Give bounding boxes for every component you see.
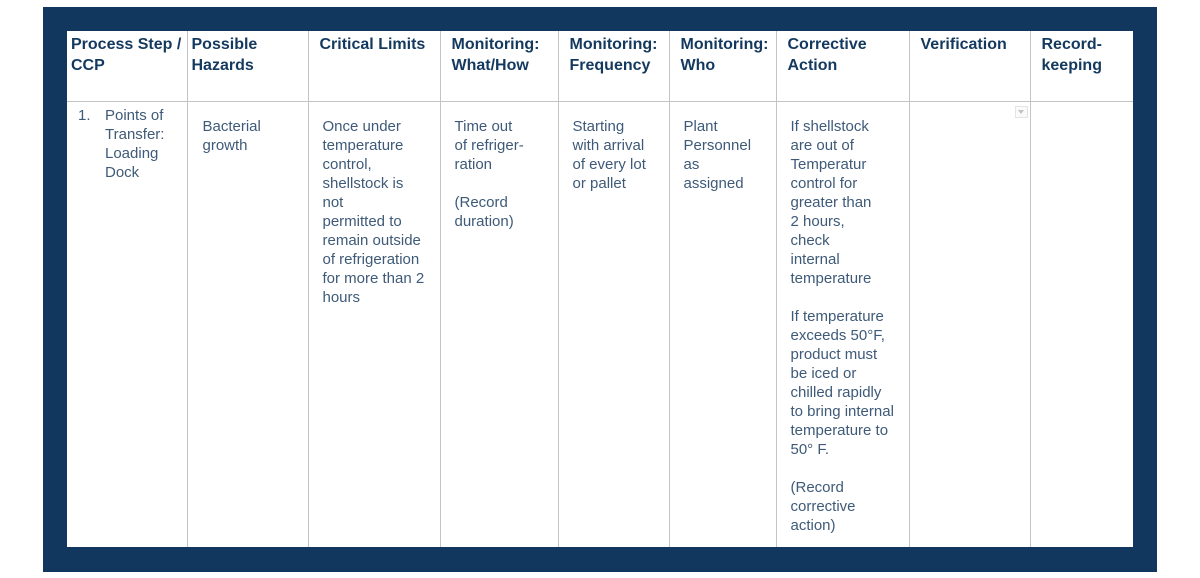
monitoring-frequency-text: Starting with arrival of every lot or pa… (572, 117, 646, 192)
process-step-text: Points of Transfer: Loading Dock (105, 106, 165, 181)
cell-possible-hazards[interactable]: Bacterial growth (186, 100, 309, 547)
corrective-action-text: If shellstock are out of Temperatur cont… (790, 117, 894, 534)
cell-recordkeeping[interactable] (1029, 100, 1133, 547)
header-possible-hazards: Possible Hazards (186, 31, 309, 102)
cell-monitoring-who[interactable]: Plant Personnel as assigned (668, 100, 777, 547)
verification-dropdown-button[interactable] (1014, 105, 1028, 118)
header-recordkeeping: Record-keeping (1029, 31, 1133, 102)
header-verification: Verification (908, 31, 1031, 102)
critical-limits-text: Once under temperature control, shellsto… (322, 117, 425, 306)
header-monitoring-who: Monitoring: Who (668, 31, 777, 102)
header-monitoring-frequency: Monitoring: Frequency (557, 31, 670, 102)
cell-process-step[interactable]: 1. Points of Transfer: Loading Dock (67, 100, 188, 547)
header-monitoring-what-how: Monitoring: What/How (439, 31, 559, 102)
cell-corrective-action[interactable]: If shellstock are out of Temperatur cont… (775, 100, 910, 547)
header-process-step: Process Step / CCP (67, 31, 188, 102)
haccp-plan-table: Process Step / CCP Possible Hazards Crit… (67, 31, 1133, 547)
step-number: 1. (78, 106, 91, 124)
haccp-table-container: Process Step / CCP Possible Hazards Crit… (67, 31, 1133, 547)
header-critical-limits: Critical Limits (307, 31, 441, 102)
monitoring-what-how-text: Time out of refriger- ration (Record dur… (454, 117, 524, 230)
cell-monitoring-frequency[interactable]: Starting with arrival of every lot or pa… (557, 100, 670, 547)
possible-hazards-text: Bacterial growth (202, 117, 261, 154)
dropdown-arrow-icon (1017, 109, 1024, 114)
table-frame: Process Step / CCP Possible Hazards Crit… (43, 7, 1157, 572)
monitoring-who-text: Plant Personnel as assigned (683, 117, 752, 192)
cell-critical-limits[interactable]: Once under temperature control, shellsto… (307, 100, 441, 547)
cell-verification[interactable] (908, 100, 1031, 547)
cell-monitoring-what-how[interactable]: Time out of refriger- ration (Record dur… (439, 100, 559, 547)
table-row: 1. Points of Transfer: Loading Dock Bact… (67, 100, 1133, 547)
header-row: Process Step / CCP Possible Hazards Crit… (67, 31, 1133, 102)
header-corrective-action: Corrective Action (775, 31, 910, 102)
